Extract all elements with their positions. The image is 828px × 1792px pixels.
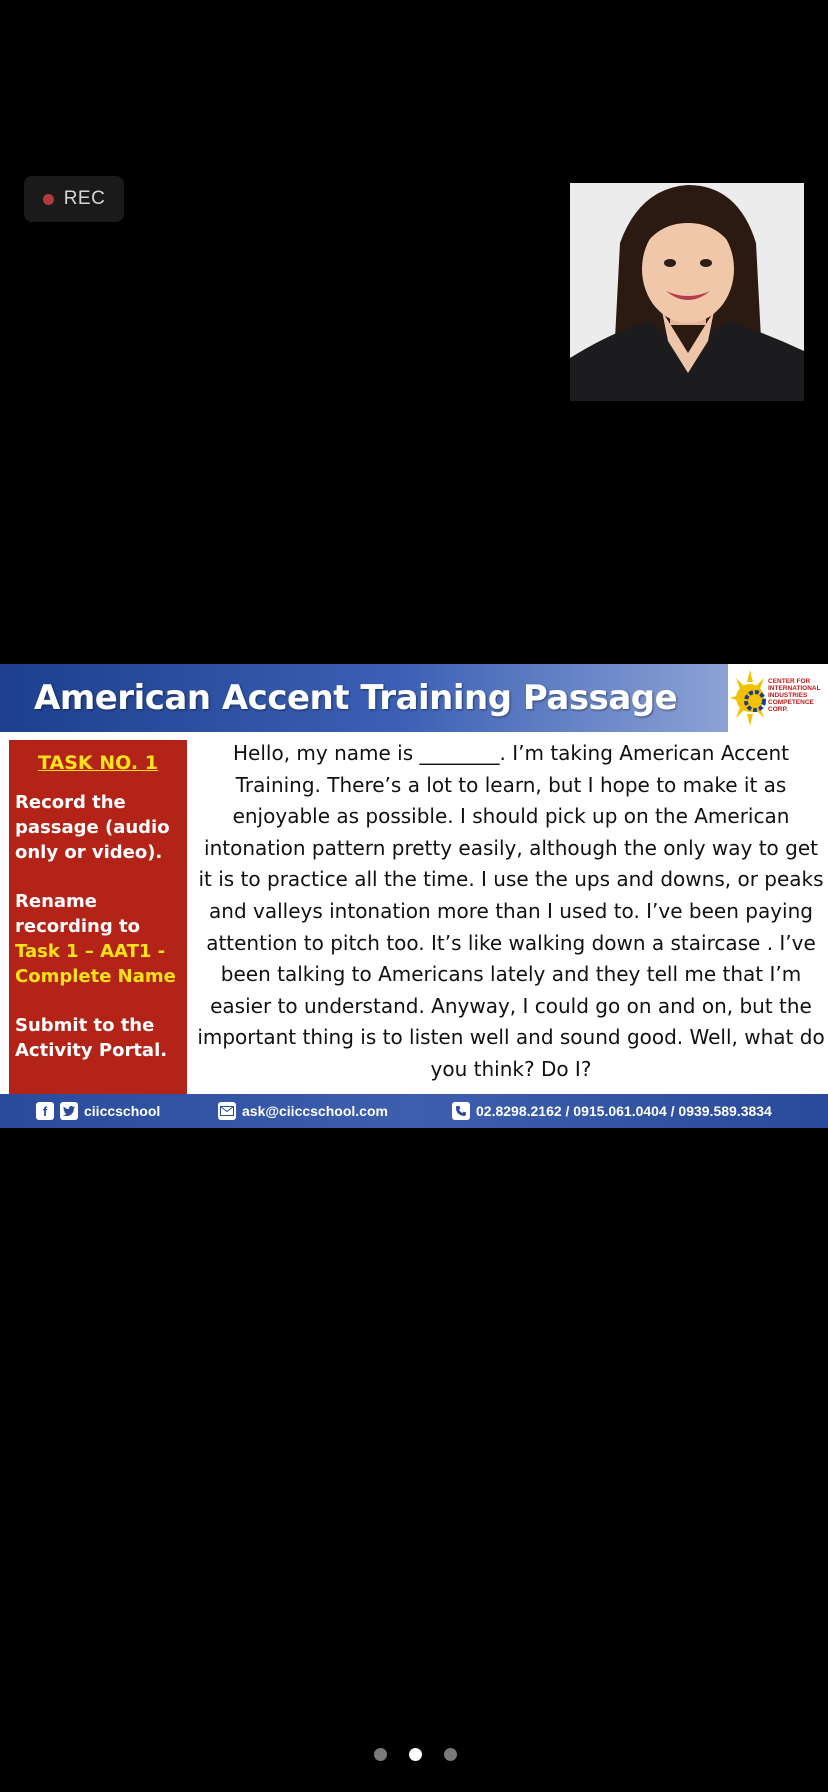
facebook-icon: f — [36, 1102, 54, 1120]
footer-email: ask@ciiccschool.com — [218, 1094, 388, 1128]
page-dot-2[interactable] — [409, 1748, 422, 1761]
page-indicator — [374, 1748, 457, 1761]
recording-label: REC — [63, 188, 106, 209]
participant-video-tile[interactable] — [570, 183, 804, 401]
participant-video — [570, 183, 804, 401]
slide-title: American Accent Training Passage — [34, 678, 678, 718]
footer-phones: 02.8298.2162 / 0915.061.0404 / 0939.589.… — [452, 1094, 772, 1128]
email-icon — [218, 1102, 236, 1120]
task-instructions-box: TASK NO. 1 Record the passage (audio onl… — [9, 740, 187, 1104]
twitter-icon — [60, 1102, 78, 1120]
task-heading: TASK NO. 1 — [38, 752, 158, 774]
footer-phone-numbers: 02.8298.2162 / 0915.061.0404 / 0939.589.… — [476, 1103, 772, 1119]
logo-text: CENTER FOR INTERNATIONAL INDUSTRIES COMP… — [768, 678, 821, 713]
task-step-rename-prefix: Rename recording to — [15, 891, 140, 937]
task-step-rename: Rename recording to Task 1 – AAT1 - Comp… — [15, 889, 181, 989]
phone-icon — [452, 1102, 470, 1120]
slide-header: American Accent Training Passage — [0, 664, 728, 732]
presentation-slide: American Accent Training Passage CENTER … — [0, 664, 828, 1128]
ciicc-logo: CENTER FOR INTERNATIONAL INDUSTRIES COMP… — [728, 664, 828, 732]
task-step-record: Record the passage (audio only or video)… — [15, 792, 170, 863]
page-dot-1[interactable] — [374, 1748, 387, 1761]
reading-passage: Hello, my name is ________. I’m taking A… — [197, 741, 825, 1081]
footer-social: f ciiccschool — [36, 1094, 160, 1128]
footer-email-address: ask@ciiccschool.com — [242, 1103, 388, 1119]
task-step-submit: Submit to the Activity Portal. — [15, 1015, 168, 1061]
footer-social-handle: ciiccschool — [84, 1103, 161, 1119]
recording-indicator: REC — [24, 176, 124, 222]
task-step-rename-filename: Task 1 – AAT1 - Complete Name — [15, 941, 176, 987]
slide-footer: f ciiccschool ask@ciiccschool.com 02.829… — [0, 1094, 828, 1128]
record-dot-icon — [42, 193, 54, 205]
page-dot-3[interactable] — [444, 1748, 457, 1761]
